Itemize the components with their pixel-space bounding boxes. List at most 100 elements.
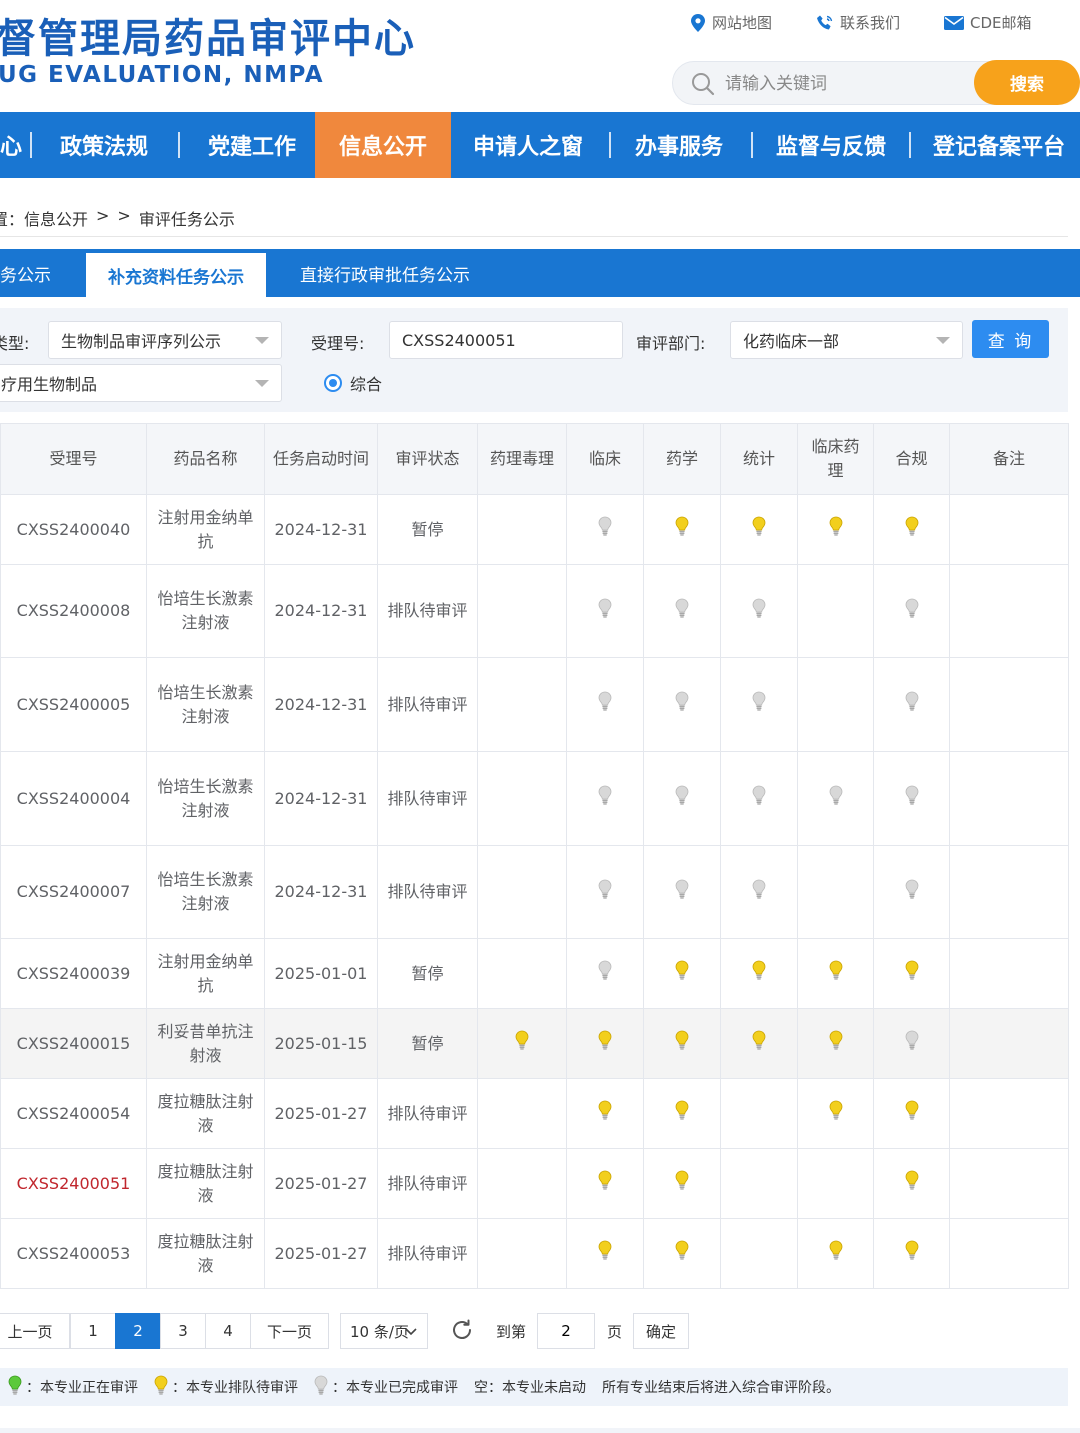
dept-select[interactable]: 化药临床一部 — [730, 321, 963, 359]
tab-supplement-publicity[interactable]: 补充资料任务公示 — [86, 253, 266, 297]
nav-item-info-public[interactable]: 信息公开 — [315, 112, 451, 178]
cell-statistics — [720, 845, 798, 939]
nav-item-policy[interactable]: 政策法规 — [52, 112, 156, 178]
cell-start-time: 2024-12-31 — [264, 751, 378, 846]
mail-link[interactable]: CDE邮箱 — [944, 12, 1032, 33]
comprehensive-radio[interactable]: 综合 — [324, 371, 382, 395]
table-row[interactable]: CXSS2400015 利妥昔单抗注射液 2025-01-15 暂停 — [0, 1008, 1069, 1079]
cell-start-time: 2025-01-01 — [264, 938, 378, 1009]
nav-item-party[interactable]: 党建工作 — [202, 112, 302, 178]
nav-item-services[interactable]: 办事服务 — [629, 112, 729, 178]
phone-icon — [817, 15, 833, 29]
bulb-grey-icon — [829, 785, 843, 812]
type-select[interactable]: 生物制品审评序列公示 — [48, 321, 282, 359]
table-row[interactable]: CXSS2400040 注射用金纳单抗 2024-12-31 暂停 — [0, 494, 1069, 565]
cell-clinical — [566, 564, 644, 658]
cell-clin-pharm — [797, 1148, 874, 1219]
cell-status: 排队待审评 — [377, 845, 478, 939]
bulb-grey-icon — [598, 516, 612, 543]
nav-item-center[interactable]: 心 — [0, 112, 22, 178]
contact-link[interactable]: 联系我们 — [816, 12, 900, 33]
tab-direct-approval-publicity[interactable]: 直接行政审批任务公示 — [300, 249, 470, 297]
query-button[interactable]: 查 询 — [972, 320, 1049, 358]
cell-accept-no: CXSS2400051 — [0, 1148, 147, 1219]
cell-status: 排队待审评 — [377, 564, 478, 658]
contact-label: 联系我们 — [840, 14, 901, 32]
nav-item-supervision[interactable]: 监督与反馈 — [773, 112, 889, 178]
cell-remarks — [949, 1078, 1069, 1149]
cell-clinical — [566, 1008, 644, 1079]
breadcrumb: 置：信息公开 > > 审评任务公示 — [0, 206, 235, 230]
table-row[interactable]: CXSS2400051 度拉糖肽注射液 2025-01-27 排队待审评 — [0, 1148, 1069, 1219]
col-clinical: 临床 — [566, 423, 644, 495]
bulb-yellow-icon — [675, 1030, 689, 1057]
cell-drug-name: 怡培生长激素注射液 — [146, 657, 265, 752]
table-row[interactable]: CXSS2400004 怡培生长激素注射液 2024-12-31 排队待审评 — [0, 751, 1069, 846]
goto-page-input[interactable] — [537, 1313, 595, 1349]
search-icon — [692, 73, 715, 96]
table-row[interactable]: CXSS2400053 度拉糖肽注射液 2025-01-27 排队待审评 — [0, 1218, 1069, 1289]
cell-statistics — [720, 657, 798, 752]
page-button-current[interactable]: 2 — [115, 1313, 161, 1349]
cell-clin-pharm — [797, 751, 874, 846]
cell-start-time: 2024-12-31 — [264, 494, 378, 565]
cell-pharmacy — [643, 1078, 721, 1149]
table-row[interactable]: CXSS2400054 度拉糖肽注射液 2025-01-27 排队待审评 — [0, 1078, 1069, 1149]
bulb-yellow-icon — [675, 516, 689, 543]
cell-compliance — [873, 1008, 950, 1079]
tab-task-publicity[interactable]: 务公示 — [0, 249, 60, 297]
site-title-en[interactable]: UG EVALUATION, NMPA — [0, 62, 324, 88]
refresh-icon[interactable] — [450, 1318, 474, 1342]
subtype-select[interactable]: 疗用生物制品 — [0, 364, 282, 402]
goto-confirm-button[interactable]: 确定 — [633, 1313, 689, 1349]
search-input[interactable] — [725, 70, 965, 98]
page-button[interactable]: 3 — [160, 1313, 206, 1349]
page-size-value: 10 条/页 — [350, 1322, 409, 1341]
cell-clin-pharm — [797, 494, 874, 565]
table-row[interactable]: CXSS2400007 怡培生长激素注射液 2024-12-31 排队待审评 — [0, 845, 1069, 939]
prev-page-button[interactable]: 上一页 — [0, 1313, 70, 1349]
table-row[interactable]: CXSS2400039 注射用金纳单抗 2025-01-01 暂停 — [0, 938, 1069, 1009]
cell-accept-no: CXSS2400004 — [0, 751, 147, 846]
cell-remarks — [949, 938, 1069, 1009]
cell-pharmacy — [643, 564, 721, 658]
cell-statistics — [720, 1148, 798, 1219]
bulb-yellow-icon — [598, 1100, 612, 1127]
page-size-select[interactable]: 10 条/页 — [340, 1313, 428, 1349]
next-page-button[interactable]: 下一页 — [250, 1313, 329, 1349]
col-clin-pharm: 临床药理 — [797, 423, 874, 495]
bulb-yellow-icon — [675, 1240, 689, 1267]
bulb-yellow-icon — [598, 1170, 612, 1197]
cell-remarks — [949, 1008, 1069, 1079]
nav-item-applicant[interactable]: 申请人之窗 — [461, 112, 595, 178]
bulb-yellow-icon — [598, 1240, 612, 1267]
page-button[interactable]: 1 — [70, 1313, 116, 1349]
cell-accept-no: CXSS2400039 — [0, 938, 147, 1009]
cell-remarks — [949, 1218, 1069, 1289]
bulb-grey-icon — [752, 785, 766, 812]
cell-pharmacy — [643, 1008, 721, 1079]
cell-status: 排队待审评 — [377, 751, 478, 846]
cell-start-time: 2024-12-31 — [264, 657, 378, 752]
page-button[interactable]: 4 — [205, 1313, 251, 1349]
col-drug-name: 药品名称 — [146, 423, 265, 495]
cell-compliance — [873, 751, 950, 846]
sitemap-link[interactable]: 网站地图 — [690, 12, 772, 33]
cell-pharmacy — [643, 751, 721, 846]
table-row[interactable]: CXSS2400005 怡培生长激素注射液 2024-12-31 排队待审评 — [0, 657, 1069, 752]
cell-status: 排队待审评 — [377, 657, 478, 752]
cell-drug-name: 怡培生长激素注射液 — [146, 564, 265, 658]
nav-divider — [909, 132, 911, 158]
status-legend: ：本专业正在审评 ：本专业排队待审评 ：本专业已完成审评 空：本专业未启动 所有… — [0, 1368, 1068, 1406]
task-table: 受理号 药品名称 任务启动时间 审评状态 药理毒理 临床 药学 统计 临床药理 … — [0, 423, 1069, 1289]
breadcrumb-info-public[interactable]: 置：信息公开 — [0, 206, 88, 230]
accept-no-input[interactable] — [389, 321, 623, 359]
cell-status: 排队待审评 — [377, 1078, 478, 1149]
bulb-yellow-icon — [905, 1240, 919, 1267]
search-button[interactable]: 搜索 — [974, 60, 1080, 105]
nav-item-registration[interactable]: 登记备案平台 — [931, 112, 1067, 178]
table-row[interactable]: CXSS2400008 怡培生长激素注射液 2024-12-31 排队待审评 — [0, 564, 1069, 658]
site-title-cn[interactable]: 督管理局药品审评中心 — [0, 6, 416, 64]
cell-start-time: 2025-01-27 — [264, 1148, 378, 1219]
bulb-yellow-icon — [905, 1170, 919, 1197]
